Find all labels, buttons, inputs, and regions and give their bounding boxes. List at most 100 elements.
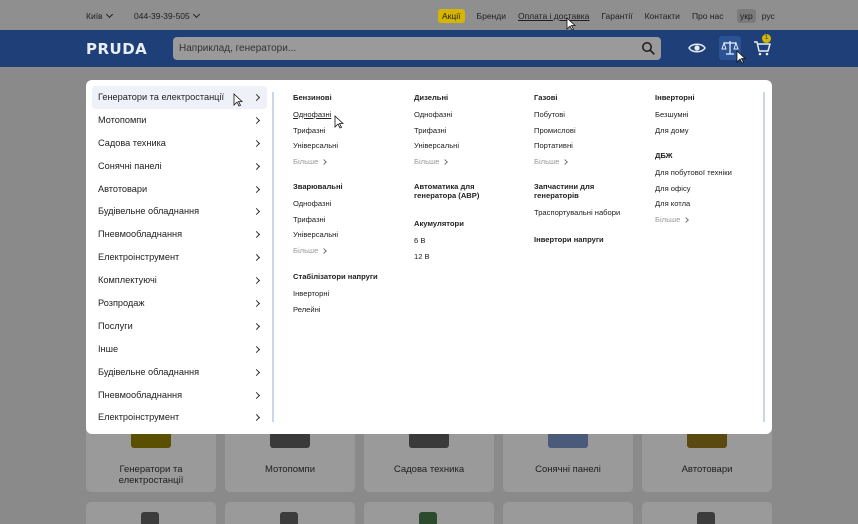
category-item-services[interactable]: Послуги (92, 315, 267, 338)
card-image (548, 432, 588, 448)
subgroup-title[interactable]: Бензинові (293, 93, 338, 102)
subgroup-link[interactable]: Однофазні (293, 199, 343, 215)
category-item-components[interactable]: Комплектуючі (92, 269, 267, 292)
card-image (270, 432, 310, 448)
category-item-solar[interactable]: Сонячні панелі (92, 155, 267, 178)
subgroup-parts: Запчастини для генераторів Траспортуваль… (534, 182, 624, 224)
category-item-pumps[interactable]: Мотопомпи (92, 109, 267, 132)
mouse-cursor-icon (736, 50, 746, 64)
subgroup-title[interactable]: Акумулятори (414, 219, 464, 228)
subgroup-title[interactable]: Зварювальні (293, 182, 343, 191)
product-card[interactable] (86, 502, 216, 524)
category-item-power-tools-2[interactable]: Електроінструмент (92, 406, 267, 429)
chevron-right-icon (252, 162, 261, 170)
subgroup-link[interactable]: Однофазні (293, 110, 338, 126)
city-selector[interactable]: Київ (86, 10, 113, 21)
category-item-construction-2[interactable]: Будівельне обладнання (92, 361, 267, 384)
product-card[interactable] (364, 502, 494, 524)
category-label: Автотовари (98, 183, 148, 194)
subgroup-link[interactable]: Портативні (534, 141, 576, 157)
more-link[interactable]: Більше (414, 157, 459, 173)
subgroup-title[interactable]: Інверторні (655, 93, 695, 102)
subgroup-link[interactable]: Релейні (293, 305, 378, 321)
more-link[interactable]: Більше (293, 246, 343, 262)
subgroup-title[interactable]: ДБЖ (655, 151, 732, 160)
category-label: Пневмообладнання (98, 389, 183, 400)
subgroup-link[interactable]: Трифазні (293, 215, 343, 231)
subgroup-link[interactable]: Інверторні (293, 289, 378, 305)
mouse-cursor-icon (334, 115, 344, 129)
product-card[interactable] (642, 502, 772, 524)
chevron-right-icon (562, 158, 569, 165)
more-link[interactable]: Більше (655, 215, 732, 231)
search-bar (173, 37, 661, 60)
menu-scrollbar-left (272, 92, 274, 422)
chevron-right-icon (252, 254, 261, 262)
subgroup-link[interactable]: Промислові (534, 126, 576, 142)
subgroup-link[interactable]: Трифазні (414, 126, 459, 142)
subgroup-link[interactable]: Універсальні (414, 141, 459, 157)
subgroup-link[interactable]: Однофазні (414, 110, 459, 126)
category-item-sale[interactable]: Розпродаж (92, 292, 267, 315)
city-label: Київ (86, 11, 103, 21)
subgroup-link[interactable]: Для офісу (655, 184, 732, 200)
category-label: Сонячні панелі (98, 160, 162, 171)
top-bar: Київ 044-39-39-505 Акції Бренди Оплата і… (0, 0, 858, 31)
phone-selector[interactable]: 044-39-39-505 (134, 10, 200, 21)
category-item-other[interactable]: Інше (92, 338, 267, 361)
product-image (419, 512, 437, 524)
category-item-pneumatic-2[interactable]: Пневмообладнання (92, 384, 267, 407)
card-image (131, 432, 171, 448)
more-link[interactable]: Більше (534, 157, 576, 173)
subgroup-title[interactable]: Дизельні (414, 93, 459, 102)
subgroup-link[interactable]: Траспортувальні набори (534, 208, 624, 224)
chevron-right-icon (252, 299, 261, 308)
nav-link-brands[interactable]: Бренди (477, 11, 506, 21)
search-input[interactable] (179, 40, 619, 57)
subgroup-link[interactable]: Для котла (655, 199, 732, 215)
subgroup-link[interactable]: 6 В (414, 236, 464, 252)
subgroup-title[interactable]: Запчастини для генераторів (534, 182, 624, 200)
subgroup-link[interactable]: Безшумні (655, 110, 695, 126)
main-header: PRUDA 1 (0, 30, 858, 67)
product-card[interactable] (225, 502, 355, 524)
subgroup-link[interactable]: Трифазні (293, 126, 338, 142)
category-item-construction[interactable]: Будівельне обладнання (92, 200, 267, 223)
chevron-right-icon (252, 231, 261, 239)
more-label: Більше (293, 245, 319, 255)
category-item-auto[interactable]: Автотовари (92, 178, 267, 201)
nav-link-warranty[interactable]: Гарантії (601, 11, 632, 21)
chevron-right-icon (252, 116, 261, 124)
subgroup-link[interactable]: Універсальні (293, 141, 338, 157)
subgroup-link[interactable]: Універсальні (293, 230, 343, 246)
eye-icon[interactable] (687, 38, 707, 58)
lang-ukr[interactable]: укр (737, 9, 756, 23)
more-link[interactable]: Більше (293, 157, 338, 173)
subgroup-link[interactable]: Побутові (534, 110, 576, 126)
subgroup-title[interactable]: Автоматика для генератора (АВР) (414, 182, 509, 200)
subgroup-title[interactable]: Газові (534, 93, 576, 102)
category-item-power-tools[interactable]: Електроінструмент (92, 246, 267, 269)
menu-scrollbar-right[interactable] (763, 92, 765, 422)
subgroup-title[interactable]: Стабілізатори напруги (293, 272, 378, 281)
category-item-pneumatic[interactable]: Пневмообладнання (92, 223, 267, 246)
mouse-cursor-icon (233, 93, 243, 107)
nav-link-about[interactable]: Про нас (692, 11, 724, 21)
category-label: Розпродаж (98, 298, 145, 309)
category-label: Пневмообладнання (98, 229, 183, 240)
subgroup-link[interactable]: Для побутової техніки (655, 168, 732, 184)
search-icon[interactable] (641, 41, 655, 55)
subgroup-ups: ДБЖ Для побутової техніки Для офісу Для … (655, 151, 732, 230)
category-item-garden[interactable]: Садова техника (92, 132, 267, 155)
product-card[interactable] (503, 502, 633, 524)
subgroup-inverter: Інверторні Безшумні Для дому (655, 93, 695, 141)
subgroup-link[interactable]: 12 В (414, 252, 464, 268)
nav-link-contacts[interactable]: Контакти (645, 11, 680, 21)
subgroup-link[interactable]: Для дому (655, 126, 695, 142)
chevron-right-icon (321, 247, 328, 254)
site-logo[interactable]: PRUDA (86, 40, 147, 58)
nav-link-delivery[interactable]: Оплата і доставка (518, 11, 589, 21)
subgroup-title[interactable]: Інвертори напруги (534, 235, 604, 244)
nav-link-promo[interactable]: Акції (438, 9, 465, 23)
lang-rus[interactable]: рус (762, 11, 775, 21)
